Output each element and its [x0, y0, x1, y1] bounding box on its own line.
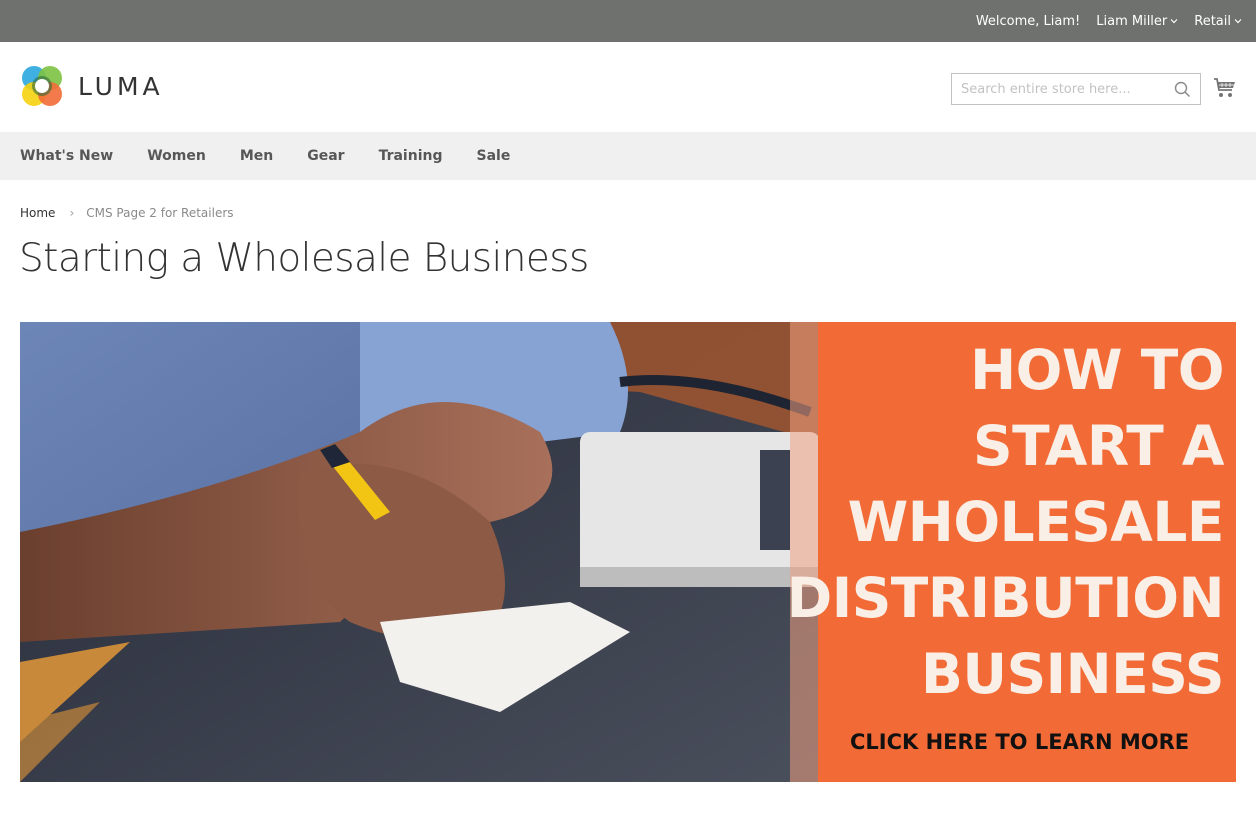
chevron-down-icon	[1234, 19, 1242, 24]
page-title: Starting a Wholesale Business	[19, 236, 589, 281]
store-logo[interactable]: LUMA	[20, 64, 164, 108]
nav-item-women[interactable]: Women	[147, 148, 206, 164]
headline-line: DISTRIBUTION	[786, 566, 1225, 630]
banner-text-panel: HOW TO START A WHOLESALE DISTRIBUTION BU…	[787, 322, 1236, 782]
store-switcher-label: Retail	[1194, 13, 1231, 29]
headline-line: BUSINESS	[920, 642, 1225, 706]
cart-icon[interactable]	[1213, 77, 1237, 99]
logo-text: LUMA	[78, 71, 164, 101]
breadcrumb-current: CMS Page 2 for Retailers	[86, 206, 234, 220]
banner-photo	[20, 322, 820, 782]
store-switcher[interactable]: Retail	[1194, 14, 1242, 29]
search-box	[951, 73, 1201, 105]
main-navigation: What's New Women Men Gear Training Sale	[0, 132, 1256, 180]
breadcrumb: Home › CMS Page 2 for Retailers	[20, 206, 234, 220]
breadcrumb-separator: ›	[69, 206, 75, 220]
header: LUMA	[0, 42, 1256, 132]
account-dropdown[interactable]: Liam Miller	[1096, 14, 1178, 29]
headline-line: START A	[972, 414, 1225, 478]
nav-item-training[interactable]: Training	[379, 148, 443, 164]
banner-cta-link[interactable]: CLICK HERE TO LEARN MORE	[850, 730, 1189, 754]
luma-logo-icon	[22, 66, 62, 106]
nav-item-sale[interactable]: Sale	[476, 148, 510, 164]
top-bar: Welcome, Liam! Liam Miller Retail	[0, 0, 1256, 42]
banner-headline: HOW TO START A WHOLESALE DISTRIBUTION BU…	[786, 332, 1225, 712]
nav-item-whats-new[interactable]: What's New	[20, 148, 113, 164]
header-links: Welcome, Liam! Liam Miller Retail	[976, 0, 1242, 42]
search-input[interactable]	[952, 74, 1162, 104]
promo-banner[interactable]: HOW TO START A WHOLESALE DISTRIBUTION BU…	[20, 322, 1236, 782]
nav-item-gear[interactable]: Gear	[307, 148, 344, 164]
account-dropdown-label: Liam Miller	[1096, 13, 1168, 29]
chevron-down-icon	[1170, 19, 1178, 24]
breadcrumb-home[interactable]: Home	[20, 206, 55, 220]
headline-line: HOW TO	[970, 338, 1224, 402]
headline-line: WHOLESALE	[847, 490, 1225, 554]
welcome-message: Welcome, Liam!	[975, 13, 1081, 29]
nav-item-men[interactable]: Men	[240, 148, 273, 164]
search-icon[interactable]	[1174, 81, 1191, 98]
